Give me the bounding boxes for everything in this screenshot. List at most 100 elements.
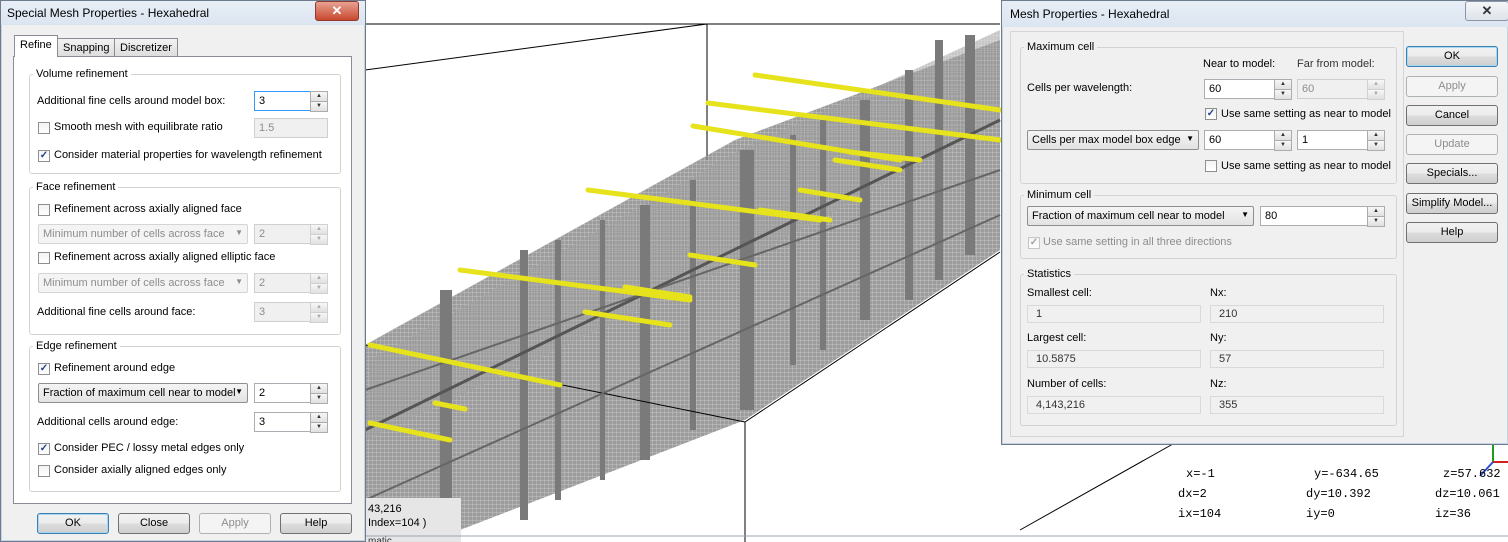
max-cell-method-value: Cells per max model box edge xyxy=(1032,134,1181,146)
tab-discretizer[interactable]: Discretizer xyxy=(114,38,178,57)
edge-fraction-spinner[interactable]: 2 ▲ ▼ xyxy=(254,383,328,404)
material-properties-label: Consider material properties for wavelen… xyxy=(54,149,322,161)
ny-value: 57 xyxy=(1210,350,1384,368)
elliptic-min-cells-field[interactable]: 2 xyxy=(254,273,311,293)
largest-cell-label: Largest cell: xyxy=(1027,332,1087,344)
face-refinement-label: Face refinement xyxy=(33,181,119,193)
ok-button[interactable]: OK xyxy=(1406,46,1498,67)
close-button[interactable]: Close xyxy=(118,513,190,534)
apply-button[interactable]: Apply xyxy=(1406,76,1498,97)
min-cell-method-dropdown[interactable]: Fraction of maximum cell near to model ▼ xyxy=(1027,206,1254,226)
elliptic-min-cells-value: Minimum number of cells across face xyxy=(43,277,225,289)
simplify-model-button[interactable]: Simplify Model... xyxy=(1406,193,1498,214)
mesh-properties-dialog: Mesh Properties - Hexahedral ✕ Maximum c… xyxy=(1001,0,1508,445)
smooth-mesh-label: Smooth mesh with equilibrate ratio xyxy=(54,121,223,133)
edge-fraction-value: Fraction of maximum cell near to model xyxy=(43,387,236,399)
close-icon[interactable]: ✕ xyxy=(315,1,359,21)
edge-refinement-label: Edge refinement xyxy=(33,340,120,352)
face-min-cells-field[interactable]: 2 xyxy=(254,224,311,244)
fine-cells-face-field[interactable]: 3 xyxy=(254,302,311,322)
minimum-cell-label: Minimum cell xyxy=(1024,189,1095,201)
face-min-cells-value: Minimum number of cells across face xyxy=(43,228,225,240)
spin-down-icon[interactable]: ▼ xyxy=(310,312,328,323)
same-setting-1-label: Use same setting as near to model xyxy=(1221,108,1391,120)
same-directions-label: Use same setting in all three directions xyxy=(1043,236,1232,248)
fine-cells-face-spinner[interactable]: 3 ▲ ▼ xyxy=(254,302,328,323)
spin-down-icon[interactable]: ▼ xyxy=(310,234,328,245)
min-cell-field[interactable]: 80 xyxy=(1260,206,1368,226)
cells-around-edge-field[interactable]: 3 xyxy=(254,412,311,432)
min-cell-spinner[interactable]: 80 ▲ ▼ xyxy=(1260,206,1385,227)
near-to-model-label: Near to model: xyxy=(1203,58,1276,70)
smooth-mesh-checkbox[interactable] xyxy=(38,122,50,134)
edge-near-field[interactable]: 60 xyxy=(1204,130,1275,150)
smallest-cell-label: Smallest cell: xyxy=(1027,287,1092,299)
spin-down-icon[interactable]: ▼ xyxy=(310,393,328,404)
edge-near-spinner[interactable]: 60 ▲ ▼ xyxy=(1204,130,1292,151)
tab-snapping[interactable]: Snapping xyxy=(57,38,116,57)
nz-value: 355 xyxy=(1210,396,1384,414)
elliptic-min-cells-dropdown[interactable]: Minimum number of cells across face ▼ xyxy=(38,273,248,293)
dropdown-arrow-icon: ▼ xyxy=(235,277,243,286)
pec-edges-checkbox[interactable]: ✓ xyxy=(38,443,50,455)
edge-far-spinner[interactable]: 1 ▲ ▼ xyxy=(1297,130,1385,151)
spin-down-icon[interactable]: ▼ xyxy=(1274,140,1292,151)
max-cell-method-dropdown[interactable]: Cells per max model box edge ▼ xyxy=(1027,130,1199,150)
help-button[interactable]: Help xyxy=(280,513,352,534)
coord-iy: iy=0 xyxy=(1306,507,1335,521)
cpw-far-field[interactable]: 60 xyxy=(1297,79,1368,99)
spin-down-icon[interactable]: ▼ xyxy=(1367,216,1385,227)
material-properties-checkbox[interactable]: ✓ xyxy=(38,150,50,162)
face-min-cells-dropdown[interactable]: Minimum number of cells across face ▼ xyxy=(38,224,248,244)
cpw-near-spinner[interactable]: 60 ▲ ▼ xyxy=(1204,79,1292,100)
volume-refinement-label: Volume refinement xyxy=(33,68,131,80)
cancel-button[interactable]: Cancel xyxy=(1406,105,1498,126)
titlebar[interactable]: Mesh Properties - Hexahedral ✕ xyxy=(1002,1,1508,27)
elliptic-min-cells-spinner[interactable]: 2 ▲ ▼ xyxy=(254,273,328,294)
specials-button[interactable]: Specials... xyxy=(1406,163,1498,184)
refine-around-edge-label: Refinement around edge xyxy=(54,362,176,374)
cpw-near-field[interactable]: 60 xyxy=(1204,79,1275,99)
largest-cell-value: 10.5875 xyxy=(1027,350,1201,368)
coord-dx: dx=2 xyxy=(1178,487,1207,501)
tab-refine[interactable]: Refine xyxy=(14,35,58,57)
spin-down-icon[interactable]: ▼ xyxy=(1367,89,1385,100)
spin-down-icon[interactable]: ▼ xyxy=(1367,140,1385,151)
cpw-far-spinner[interactable]: 60 ▲ ▼ xyxy=(1297,79,1385,100)
titlebar[interactable]: Special Mesh Properties - Hexahedral ✕ xyxy=(1,1,365,25)
close-icon[interactable]: ✕ xyxy=(1465,1,1508,21)
coord-iz: iz=36 xyxy=(1435,507,1472,521)
same-setting-2-checkbox[interactable] xyxy=(1205,160,1217,172)
axially-edges-checkbox[interactable] xyxy=(38,465,50,477)
pec-edges-label: Consider PEC / lossy metal edges only xyxy=(54,442,245,454)
refine-around-edge-checkbox[interactable]: ✓ xyxy=(38,363,50,375)
equilibrate-ratio-field[interactable]: 1.5 xyxy=(254,118,328,138)
refine-axially-face-label: Refinement across axially aligned face xyxy=(54,203,242,215)
face-min-cells-spinner[interactable]: 2 ▲ ▼ xyxy=(254,224,328,245)
edge-far-field[interactable]: 1 xyxy=(1297,130,1368,150)
dropdown-arrow-icon: ▼ xyxy=(235,228,243,237)
ok-button[interactable]: OK xyxy=(37,513,109,534)
spin-down-icon[interactable]: ▼ xyxy=(1274,89,1292,100)
help-button[interactable]: Help xyxy=(1406,222,1498,243)
cells-around-edge-spinner[interactable]: 3 ▲ ▼ xyxy=(254,412,328,433)
spin-down-icon[interactable]: ▼ xyxy=(310,283,328,294)
special-mesh-properties-dialog: Special Mesh Properties - Hexahedral ✕ R… xyxy=(0,0,366,542)
edge-fraction-dropdown[interactable]: Fraction of maximum cell near to model ▼ xyxy=(38,383,248,403)
same-setting-1-checkbox[interactable]: ✓ xyxy=(1205,108,1217,120)
dropdown-arrow-icon: ▼ xyxy=(1241,210,1249,219)
edge-fraction-field[interactable]: 2 xyxy=(254,383,311,403)
number-of-cells-value: 4,143,216 xyxy=(1027,396,1201,414)
additional-fine-cells-spinner[interactable]: 3 ▲ ▼ xyxy=(254,91,328,112)
refine-axially-face-checkbox[interactable] xyxy=(38,204,50,216)
dropdown-arrow-icon: ▼ xyxy=(1186,134,1194,143)
spin-down-icon[interactable]: ▼ xyxy=(310,422,328,433)
statistics-label: Statistics xyxy=(1024,268,1075,280)
update-button[interactable]: Update xyxy=(1406,134,1498,155)
same-directions-checkbox[interactable]: ✓ xyxy=(1028,237,1040,249)
apply-button[interactable]: Apply xyxy=(199,513,271,534)
additional-fine-cells-field[interactable]: 3 xyxy=(254,91,311,111)
refine-elliptic-face-checkbox[interactable] xyxy=(38,252,50,264)
same-setting-2-label: Use same setting as near to model xyxy=(1221,160,1391,172)
spin-down-icon[interactable]: ▼ xyxy=(310,101,328,112)
